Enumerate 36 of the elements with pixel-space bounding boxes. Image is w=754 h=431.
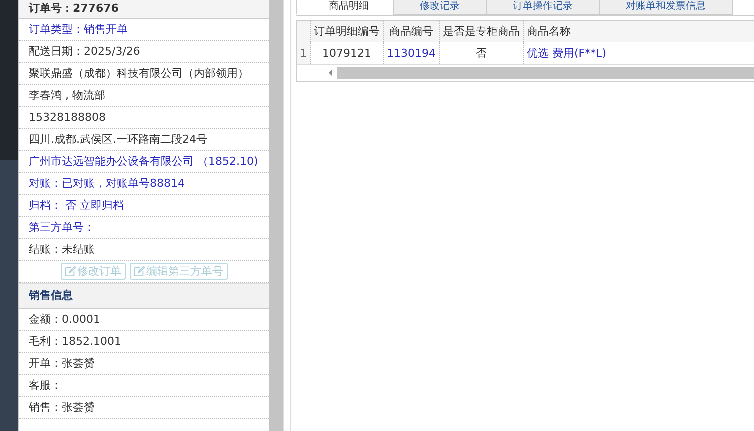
info-text: 15328188808 <box>29 111 106 124</box>
info-text: 聚联鼎盛（成都）科技有限公司（内部领用） <box>29 67 249 80</box>
info-link[interactable]: 订单类型：销售开单 <box>29 23 128 36</box>
column-header[interactable]: 订单明细编号 <box>310 21 384 42</box>
scroll-left-icon[interactable] <box>329 70 332 76</box>
order-number-title: 订单号：277676 <box>19 0 269 19</box>
tab[interactable]: 修改记录 <box>393 0 487 15</box>
table-cell: 优选 费用(F**L) <box>524 42 754 64</box>
corner-cell <box>297 21 310 42</box>
info-text: 开单：张荟赟 <box>29 357 95 370</box>
info-link[interactable]: 广州市达远智能办公设备有限公司 （1852.10) <box>29 155 258 168</box>
row-number: 1 <box>297 42 310 64</box>
edit-icon <box>64 266 76 277</box>
table-cell: 1130194 <box>384 42 440 64</box>
column-header[interactable]: 是否是专柜商品 <box>440 21 524 42</box>
section-header: 销售信息 <box>19 283 269 309</box>
edit-icon <box>134 266 144 277</box>
info-text: 销售：张荟赟 <box>29 401 95 414</box>
table-cell: 1079121 <box>310 42 384 64</box>
horizontal-scrollbar[interactable] <box>337 67 754 79</box>
info-text: 配送日期：2025/3/26 <box>29 45 140 58</box>
info-text: 四川.成都.武侯区.一环路南二段24号 <box>29 133 208 146</box>
info-text: 毛利：1852.1001 <box>29 335 122 348</box>
info-text: 客服： <box>29 379 62 392</box>
column-header[interactable]: 商品编号 <box>384 21 440 42</box>
table-cell: 否 <box>440 42 524 64</box>
column-header[interactable]: 商品名称 <box>524 21 754 42</box>
info-text: 金额：0.0001 <box>29 313 100 326</box>
info-link[interactable]: 对账：已对账，对账单号88814 <box>29 177 185 190</box>
info-link[interactable]: 第三方单号： <box>29 221 95 234</box>
tab[interactable]: 订单操作记录 <box>486 0 600 15</box>
scrollbar[interactable] <box>269 0 284 431</box>
info-text: 结账：未结账 <box>29 243 95 256</box>
tab[interactable]: 对账单和发票信息 <box>599 0 733 15</box>
info-text: 李春鸿 , 物流部 <box>29 89 106 102</box>
info-link[interactable]: 归档： 否 立即归档 <box>29 199 124 212</box>
